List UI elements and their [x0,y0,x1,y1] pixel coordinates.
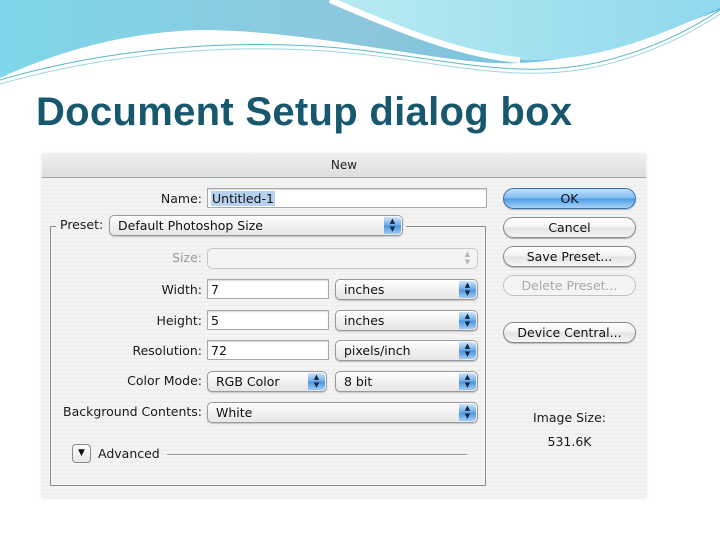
width-unit-dropdown[interactable]: inches ▲ ▼ [335,279,478,300]
background-contents-label: Background Contents: [63,404,202,419]
height-label: Height: [156,313,202,328]
preset-dropdown[interactable]: Default Photoshop Size ▲ ▼ [109,215,403,236]
dialog-title: New [42,153,646,178]
preset-value: Default Photoshop Size [118,218,263,233]
device-central-button[interactable]: Device Central... [503,322,636,343]
height-field[interactable]: 5 [207,310,329,330]
color-mode-dropdown[interactable]: RGB Color ▲ ▼ [207,371,327,392]
updown-arrows-icon: ▲ ▼ [308,373,325,390]
updown-arrows-icon: ▲ ▼ [459,312,476,329]
size-label: Size: [172,250,202,265]
cancel-button[interactable]: Cancel [503,217,636,238]
slide-header-swoosh [0,0,720,85]
width-label: Width: [161,282,202,297]
width-field[interactable]: 7 [207,279,329,299]
size-dropdown[interactable]: ▲ ▼ [207,248,478,269]
advanced-label: Advanced [98,446,160,461]
image-size-label: Image Size: [533,410,606,425]
name-label: Name: [160,191,202,206]
new-document-dialog: New Name: Untitled-1 Preset: Default Pho… [42,153,646,497]
color-mode-label: Color Mode: [127,373,202,388]
updown-arrows-icon: ▲ ▼ [459,342,476,359]
updown-arrows-icon: ▲ ▼ [384,217,401,234]
image-size-value: 531.6K [547,434,592,449]
advanced-divider [167,454,467,455]
background-contents-dropdown[interactable]: White ▲ ▼ [207,402,478,423]
updown-arrows-icon: ▲ ▼ [459,404,476,421]
updown-arrows-icon: ▲ ▼ [464,250,471,266]
delete-preset-button[interactable]: Delete Preset... [503,275,636,296]
updown-arrows-icon: ▲ ▼ [459,281,476,298]
height-unit-dropdown[interactable]: inches ▲ ▼ [335,310,478,331]
bit-depth-dropdown[interactable]: 8 bit ▲ ▼ [335,371,478,392]
disclosure-triangle-icon: ▼ [78,448,85,458]
save-preset-button[interactable]: Save Preset... [503,246,636,267]
updown-arrows-icon: ▲ ▼ [459,373,476,390]
advanced-disclosure-toggle[interactable]: ▼ [72,444,91,463]
resolution-field[interactable]: 72 [207,340,329,360]
preset-label: Preset: [60,217,104,232]
slide-title: Document Setup dialog box [36,90,573,134]
resolution-unit-dropdown[interactable]: pixels/inch ▲ ▼ [335,340,478,361]
resolution-label: Resolution: [132,343,202,358]
ok-button[interactable]: OK [503,188,636,209]
name-field[interactable]: Untitled-1 [207,188,487,208]
